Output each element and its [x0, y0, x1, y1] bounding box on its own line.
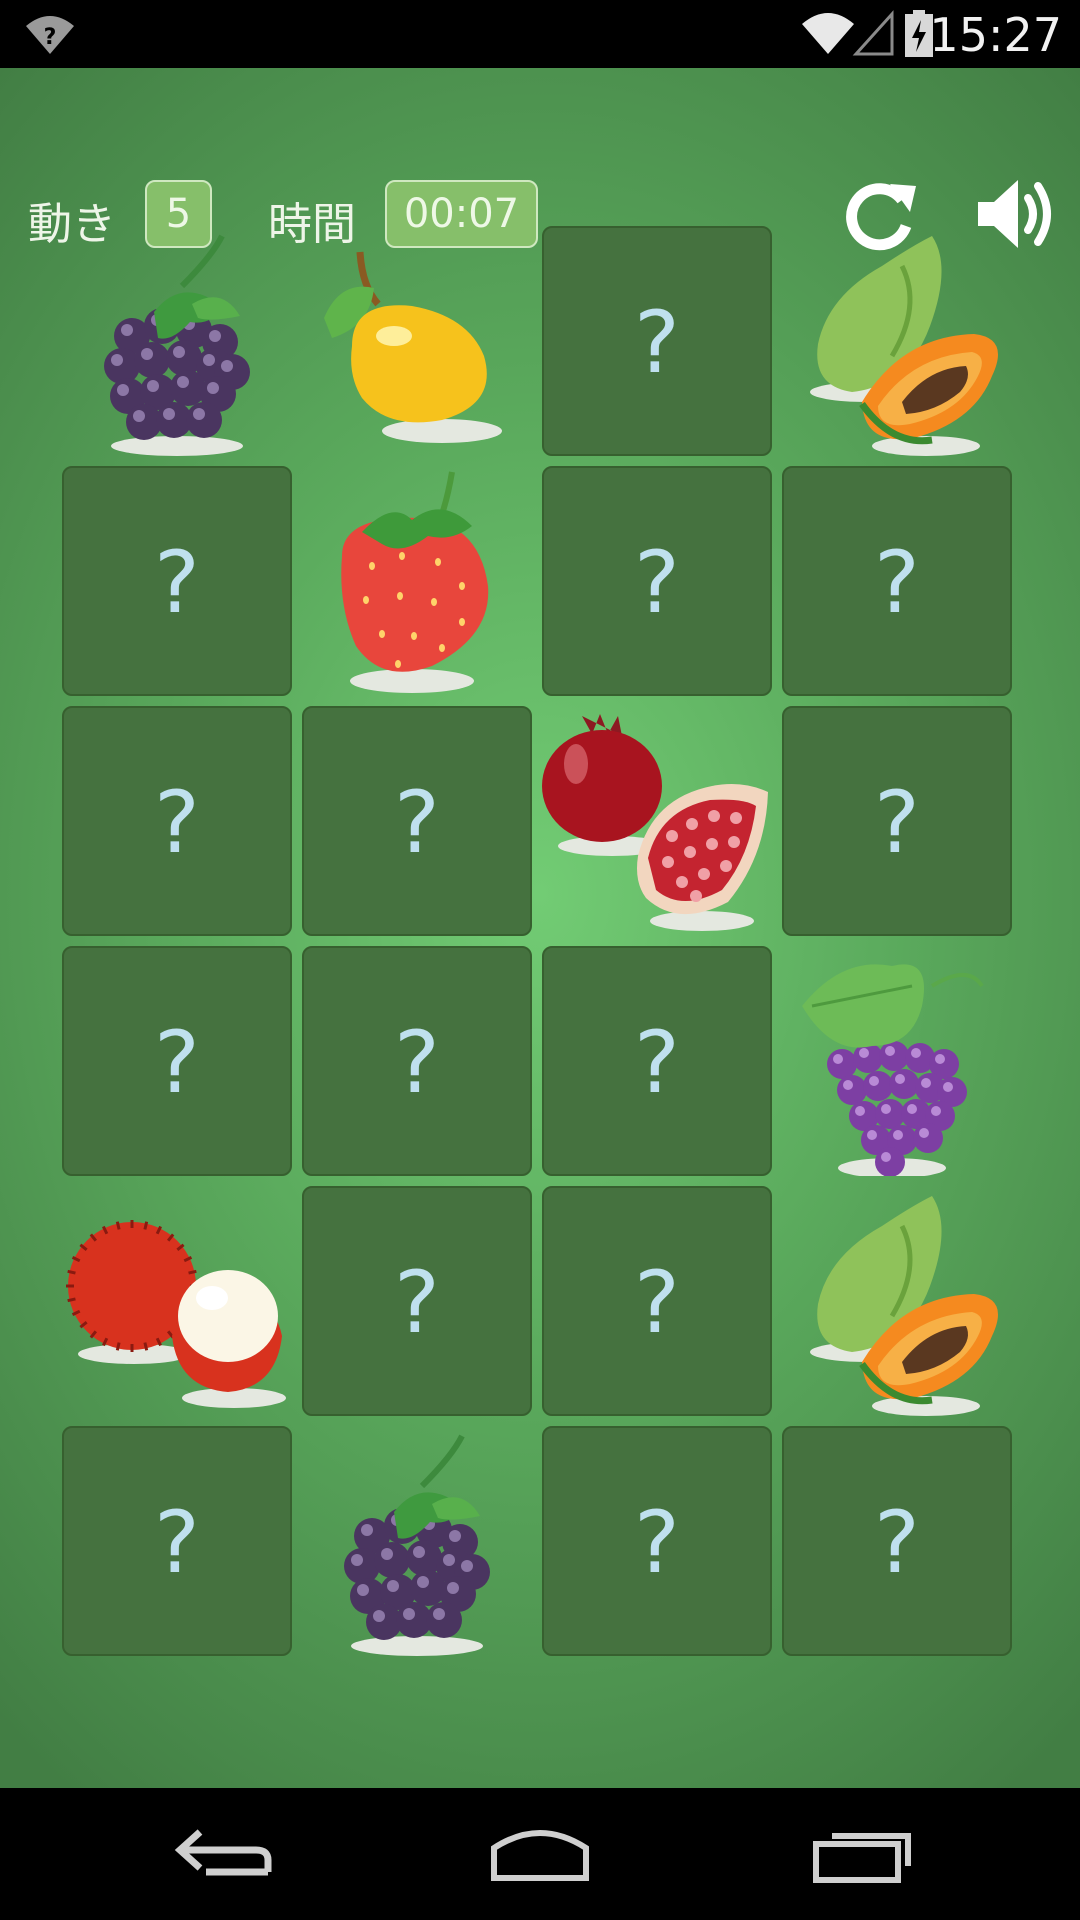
status-time: 15:27: [929, 8, 1062, 62]
hidden-card[interactable]: ?: [302, 706, 532, 936]
grapes-icon: [802, 964, 984, 1176]
hidden-card[interactable]: ?: [62, 946, 292, 1176]
hidden-card[interactable]: ?: [542, 1426, 772, 1656]
question-mark: ?: [634, 1013, 680, 1113]
hidden-card[interactable]: ?: [542, 946, 772, 1176]
question-mark: ?: [634, 533, 680, 633]
question-mark: ?: [874, 773, 920, 873]
question-mark: ?: [634, 1493, 680, 1593]
game-area: 動き 5 時間 00:07 ? ? ???? ? ? ? ? ? ? ? ? ?: [0, 68, 1080, 1788]
revealed-card-rambutan[interactable]: [62, 1186, 292, 1416]
revealed-card-blackberry[interactable]: [62, 226, 292, 456]
pomegranate-icon: [542, 714, 768, 931]
hidden-card[interactable]: ?: [782, 466, 1012, 696]
blackberry-icon: [344, 1434, 490, 1656]
hidden-card[interactable]: ?: [542, 1186, 772, 1416]
revealed-card-blackberry[interactable]: [302, 1426, 532, 1656]
question-mark: ?: [874, 1493, 920, 1593]
signal-icon: [852, 10, 894, 56]
question-mark: ?: [634, 293, 680, 393]
revealed-card-grapes[interactable]: [782, 946, 1012, 1176]
question-mark: ?: [394, 1253, 440, 1353]
blackberry-icon: [104, 234, 250, 456]
hidden-card[interactable]: ?: [782, 706, 1012, 936]
status-bar: ? 15:27: [0, 0, 1080, 68]
papaya-icon: [810, 236, 998, 456]
recents-icon[interactable]: [804, 1814, 924, 1894]
rambutan-icon: [66, 1220, 286, 1408]
revealed-card-pomegranate[interactable]: [542, 706, 772, 936]
hidden-card[interactable]: ?: [302, 946, 532, 1176]
hidden-card[interactable]: ?: [542, 466, 772, 696]
home-icon[interactable]: [480, 1814, 600, 1894]
no-sim-icon: ?: [26, 16, 74, 54]
question-mark: ?: [154, 1013, 200, 1113]
hidden-card[interactable]: ?: [782, 1426, 1012, 1656]
question-mark: ?: [874, 533, 920, 633]
question-mark: ?: [154, 533, 200, 633]
strawberry-icon: [341, 471, 489, 693]
question-mark: ?: [394, 773, 440, 873]
hidden-card[interactable]: ?: [302, 1186, 532, 1416]
svg-text:?: ?: [44, 25, 57, 50]
question-mark: ?: [154, 1493, 200, 1593]
hidden-card[interactable]: ?: [62, 466, 292, 696]
papaya-icon: [810, 1196, 998, 1416]
question-mark: ?: [154, 773, 200, 873]
mango-icon: [324, 251, 502, 443]
back-icon[interactable]: [160, 1814, 280, 1894]
question-mark: ?: [634, 1253, 680, 1353]
revealed-card-strawberry[interactable]: [302, 466, 532, 696]
revealed-card-papaya[interactable]: [782, 226, 1012, 456]
revealed-card-mango[interactable]: [302, 226, 532, 456]
navigation-bar: [0, 1788, 1080, 1920]
hidden-card[interactable]: ?: [62, 706, 292, 936]
wifi-icon: [802, 13, 854, 54]
question-mark: ?: [394, 1013, 440, 1113]
hidden-card[interactable]: ?: [62, 1426, 292, 1656]
revealed-card-papaya[interactable]: [782, 1186, 1012, 1416]
hidden-card[interactable]: ?: [542, 226, 772, 456]
